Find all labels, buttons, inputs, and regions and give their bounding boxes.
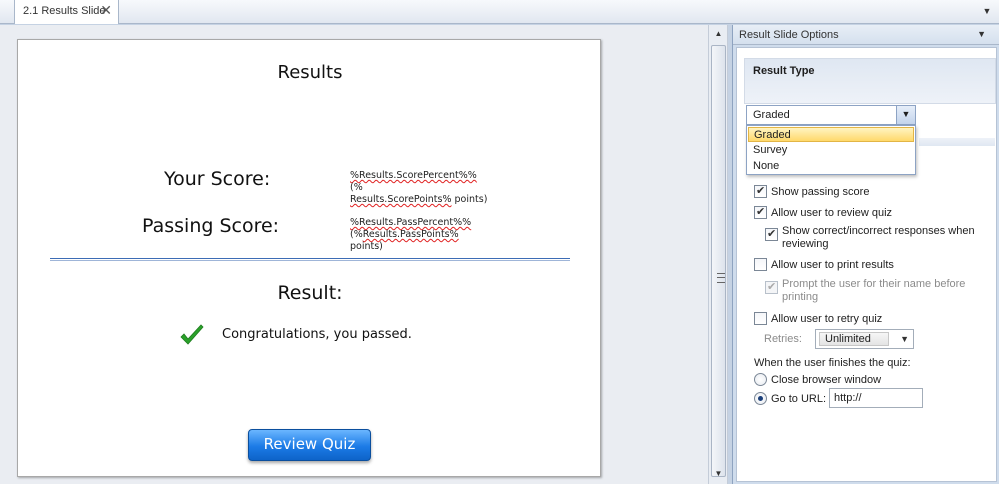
result-type-select[interactable]: Graded ▼: [746, 105, 916, 125]
close-browser-label: Close browser window: [771, 374, 882, 386]
score-suffix: points): [451, 194, 488, 205]
slide-canvas[interactable]: Results Your Score: %Results.ScorePercen…: [17, 39, 601, 477]
checkmark-icon: [180, 324, 204, 345]
prompt-name-checkbox[interactable]: [765, 280, 778, 294]
result-type-options-list: Graded Survey None: [746, 125, 916, 175]
option-graded[interactable]: Graded: [748, 127, 914, 142]
slide-editor: Results Your Score: %Results.ScorePercen…: [0, 25, 708, 484]
allow-retry-label: Allow user to retry quiz: [771, 313, 883, 325]
option-survey[interactable]: Survey: [748, 143, 914, 158]
tab-list-dropdown-icon[interactable]: ▼: [979, 2, 995, 20]
pass-points-variable: Results.PassPoints%: [362, 229, 459, 240]
tab-results-slide[interactable]: 2.1 Results Slide ✕: [14, 0, 119, 24]
your-score-value[interactable]: %Results.ScorePercent%% (% Results.ScoreP…: [350, 170, 490, 206]
result-type-selected: Graded: [753, 109, 790, 121]
congratulations-text[interactable]: Congratulations, you passed.: [222, 327, 412, 342]
scroll-up-icon[interactable]: ▲: [711, 29, 726, 42]
option-none[interactable]: None: [748, 159, 914, 174]
allow-review-label: Allow user to review quiz: [771, 207, 893, 219]
score-points-variable: Results.ScorePoints%: [350, 194, 452, 205]
slide-divider: [50, 258, 570, 261]
score-separator: (%: [350, 182, 363, 193]
retries-value: Unlimited: [819, 332, 889, 346]
tab-label: 2.1 Results Slide: [23, 5, 106, 17]
your-score-label[interactable]: Your Score:: [164, 168, 270, 190]
review-quiz-button[interactable]: Review Quiz: [248, 429, 371, 461]
scroll-down-icon[interactable]: ▼: [711, 469, 726, 482]
prompt-name-label: Prompt the user for their name before pr…: [782, 278, 966, 303]
panel-header: Result Slide Options ▼: [733, 25, 999, 45]
go-to-url-radio[interactable]: [754, 392, 767, 405]
pass-suffix: points): [350, 241, 383, 252]
show-correct-label: Show correct/incorrect responses when re…: [782, 225, 975, 250]
result-type-group: Result Type: [744, 58, 996, 104]
group-header-bar: [919, 138, 995, 146]
allow-print-checkbox[interactable]: [754, 258, 767, 271]
close-icon[interactable]: ✕: [100, 3, 112, 17]
finish-label: When the user finishes the quiz:: [754, 357, 911, 369]
allow-review-checkbox[interactable]: [754, 205, 767, 219]
show-passing-score-checkbox[interactable]: [754, 184, 767, 198]
result-heading[interactable]: Result:: [18, 282, 602, 304]
scroll-thumb[interactable]: [711, 45, 726, 477]
vertical-scrollbar[interactable]: ▲ ▼: [708, 25, 728, 484]
panel-body: Result Type Show passing score Allow use…: [736, 47, 997, 482]
panel-title: Result Slide Options: [739, 29, 839, 41]
result-type-label: Result Type: [753, 65, 815, 77]
show-passing-score-label: Show passing score: [771, 186, 870, 198]
chevron-down-icon[interactable]: ▼: [896, 106, 915, 124]
retries-dropdown[interactable]: Unlimited ▼: [815, 329, 914, 349]
allow-retry-checkbox[interactable]: [754, 312, 767, 325]
result-slide-options-panel: Result Slide Options ▼ Result Type Show …: [732, 25, 999, 484]
slide-title[interactable]: Results: [18, 62, 602, 83]
show-correct-checkbox[interactable]: [765, 227, 778, 241]
pass-separator: (%: [350, 229, 363, 240]
close-browser-radio[interactable]: [754, 373, 767, 386]
retries-label: Retries:: [764, 333, 802, 345]
allow-print-label: Allow user to print results: [771, 259, 894, 271]
panel-menu-icon[interactable]: ▼: [977, 29, 986, 39]
go-to-url-label: Go to URL:: [771, 393, 827, 405]
chevron-down-icon: ▼: [900, 334, 909, 344]
grip-icon: [717, 273, 725, 283]
pass-percent-variable: %Results.PassPercent%%: [350, 217, 472, 228]
score-percent-variable: %Results.ScorePercent%%: [350, 170, 477, 181]
document-tab-bar: 2.1 Results Slide ✕ ▼: [0, 0, 999, 24]
passing-score-value[interactable]: %Results.PassPercent%% (%Results.PassPoi…: [350, 217, 565, 253]
passing-score-label[interactable]: Passing Score:: [142, 215, 279, 237]
url-input[interactable]: http://: [829, 388, 923, 408]
